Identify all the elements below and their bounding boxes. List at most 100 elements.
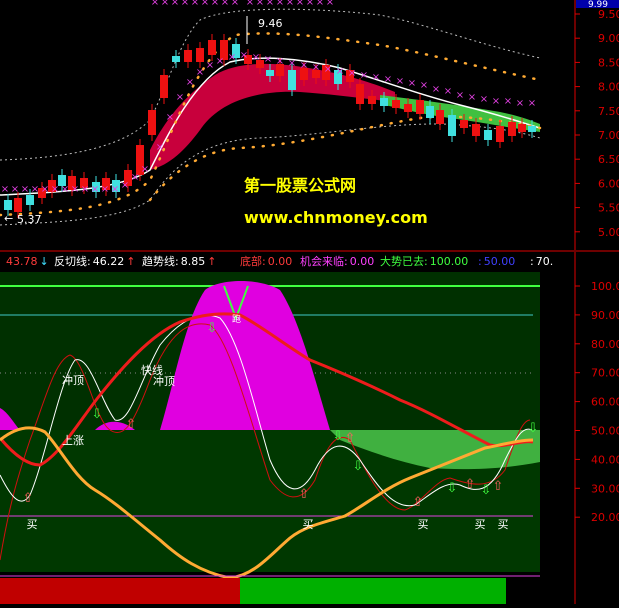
candle-body xyxy=(518,124,526,132)
indicator-label: : xyxy=(530,255,534,268)
buy-label: 买 xyxy=(303,518,314,531)
x-marker: × xyxy=(61,184,69,195)
x-marker: × xyxy=(161,0,169,8)
x-marker: × xyxy=(468,92,476,103)
price-tick-label: 7.00 xyxy=(598,129,619,142)
indicator-item: 底部: 0.00 xyxy=(240,254,292,268)
indicator-label: 底部: xyxy=(240,254,266,268)
x-marker: × xyxy=(256,0,264,8)
buy-label: 买 xyxy=(475,518,486,531)
x-marker: × xyxy=(296,0,304,8)
x-marker: × xyxy=(432,84,440,95)
x-marker: × xyxy=(444,86,452,97)
indicator-value: 50.00 xyxy=(484,255,516,268)
indicator-value: 46.22 xyxy=(93,255,125,268)
x-marker: × xyxy=(504,96,512,107)
oscillator-axis-ticks: 100.00 90.00 80.00 70.00 60.00 50.00 40.00 30.0… xyxy=(574,252,619,604)
indicator-item: 机会来临: 0.00 xyxy=(300,254,374,268)
candle-body xyxy=(404,104,412,112)
x-marker: × xyxy=(181,0,189,8)
x-marker: × xyxy=(121,180,129,191)
x-marker: × xyxy=(348,68,356,79)
watermark-line-2: www.chnmoney.com xyxy=(244,208,428,227)
indicator-value: 70. xyxy=(536,255,554,268)
indicator-value: 100.00 xyxy=(430,255,469,268)
candle-body xyxy=(288,70,296,90)
watermark-line-1: 第一股票公式网 xyxy=(244,176,356,195)
up-arrow-icon: ⇧ xyxy=(493,479,504,494)
x-marker: × xyxy=(420,80,428,91)
x-marker: × xyxy=(186,77,194,88)
x-marker: × xyxy=(480,94,488,105)
x-marker: × xyxy=(252,52,260,63)
x-marker: × xyxy=(101,184,109,195)
osc-tick-label: 100.00 xyxy=(591,280,619,293)
indicator-label: 趋势线: xyxy=(142,254,179,268)
candle-body xyxy=(508,122,516,136)
x-marker: × xyxy=(71,184,79,195)
up-arrow-icon: ⇧ xyxy=(413,495,424,510)
x-marker: × xyxy=(206,60,214,71)
x-marker: × xyxy=(221,0,229,8)
x-marker: × xyxy=(81,184,89,195)
x-marker: × xyxy=(141,164,149,175)
x-marker: × xyxy=(240,50,248,61)
x-marker: × xyxy=(276,0,284,8)
oscillator-panel[interactable]: 冲顶 快线 冲顶 上涨 跑 ⇧⇧⇧⇧⇧⇧⇧⇩⇩⇩⇩⇩⇩⇩ 买买买买买 100.0… xyxy=(0,252,619,604)
x-marker: × xyxy=(171,0,179,8)
chart-canvas[interactable]: × × × × × × × × × × × × ××××××××× × × × × × × × × × × × × × × × × × × ×… xyxy=(0,0,619,604)
down-arrow-icon: ⇩ xyxy=(353,459,364,474)
down-arrow-icon: ⇩ xyxy=(207,321,218,336)
x-marker: × xyxy=(288,58,296,69)
indicator-arrow: ↑ xyxy=(126,255,135,268)
x-marker: × xyxy=(151,0,159,8)
indicator-label: : xyxy=(478,255,482,268)
indicator-item: 反切线: 46.22 ↑ xyxy=(54,254,135,268)
buy-label: 买 xyxy=(27,518,38,531)
x-marker: × xyxy=(111,184,119,195)
x-marker: × xyxy=(372,72,380,83)
x-marker: × xyxy=(228,52,236,63)
x-marker: × xyxy=(51,184,59,195)
indicator-item: :50.00 xyxy=(478,255,515,268)
indicator-label: 大势已去: xyxy=(380,254,428,268)
indicator-label: 机会来临: xyxy=(300,254,348,268)
candle-body xyxy=(472,124,480,136)
indicator-value: 43.78 xyxy=(6,255,38,268)
x-marker: × xyxy=(31,184,39,195)
annotation-chongding-2: 冲顶 xyxy=(153,374,175,388)
price-tick-label: 7.50 xyxy=(598,105,619,118)
candle-body xyxy=(208,40,216,55)
osc-tick-label: 60.00 xyxy=(591,396,619,409)
candle-body xyxy=(436,110,444,124)
down-arrow-icon: ⇩ xyxy=(447,481,458,496)
x-marker: × xyxy=(41,184,49,195)
candle-body xyxy=(416,100,424,114)
x-marker: × xyxy=(201,0,209,8)
candle-body xyxy=(4,200,12,210)
price-tick-label: 6.00 xyxy=(598,177,619,190)
price-tick-label: 8.00 xyxy=(598,81,619,94)
x-marker: × xyxy=(528,98,536,109)
candle-body xyxy=(426,106,434,118)
indicator-bar: 43.78 ↓ 反切线: 46.22 ↑ 趋势线: 8.85 ↑ 底部: 0.00 机会来临: 0.0… xyxy=(6,254,553,268)
price-tick-label: 5.00 xyxy=(598,226,619,239)
x-marker: × xyxy=(231,0,239,8)
candle-body xyxy=(14,198,22,212)
indicator-item: 趋势线: 8.85 ↑ xyxy=(142,254,216,268)
candle-body xyxy=(160,75,168,98)
up-arrow-icon: ⇧ xyxy=(23,491,34,506)
price-axis-ticks: 9.50 9.00 8.50 8.00 7.50 7.00 6.50 6.00 5.50 5.00 xyxy=(575,8,619,239)
price-tick-label: 9.50 xyxy=(598,8,619,21)
up-arrow-icon: ⇧ xyxy=(465,477,476,492)
osc-tick-label: 40.00 xyxy=(591,453,619,466)
osc-tick-label: 80.00 xyxy=(591,338,619,351)
candle-body xyxy=(392,100,400,108)
bottom-bar-red xyxy=(0,578,240,604)
indicator-arrow: ↓ xyxy=(40,255,49,268)
indicator-label: 反切线: xyxy=(54,254,91,268)
osc-tick-label: 70.00 xyxy=(591,367,619,380)
x-marker: × xyxy=(211,0,219,8)
buy-label: 买 xyxy=(418,518,429,531)
x-marker: × xyxy=(1,184,9,195)
